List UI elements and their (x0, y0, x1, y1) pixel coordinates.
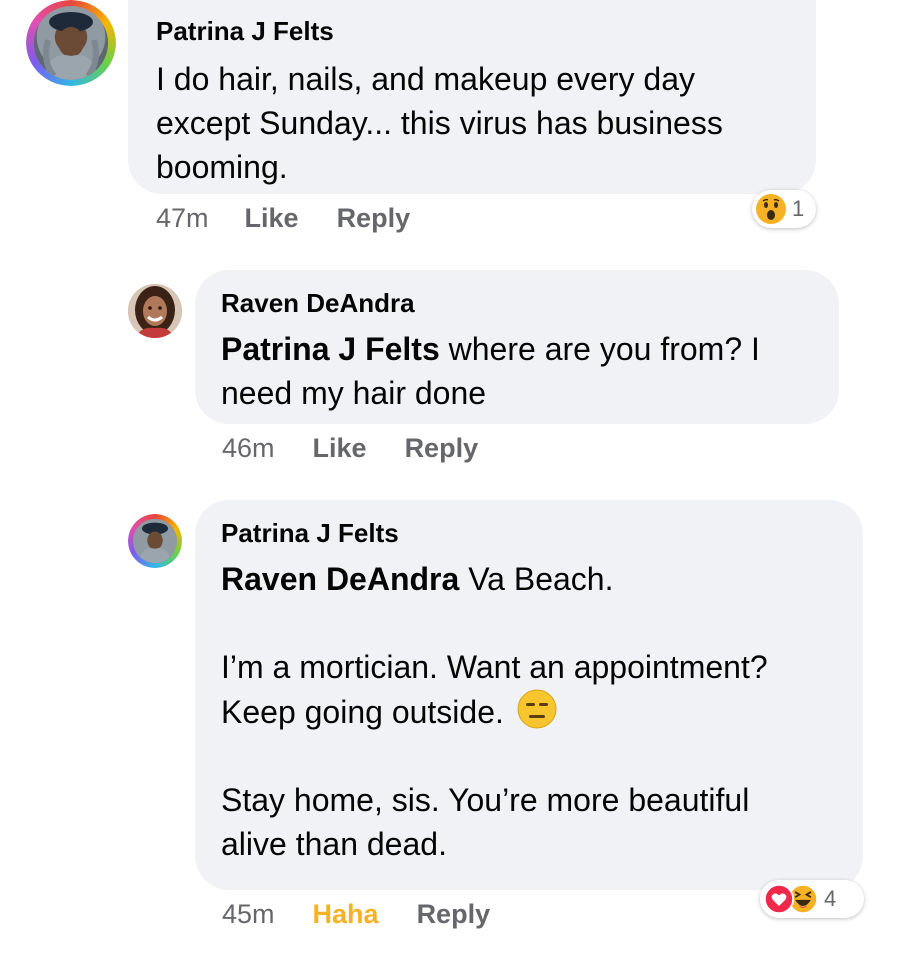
comment-line: where are you from? I (439, 331, 760, 367)
reaction-count: 1 (792, 196, 805, 221)
reply-button[interactable]: Reply (417, 899, 491, 930)
haha-reacted-button[interactable]: Haha (313, 899, 379, 930)
avatar-raven[interactable] (128, 284, 182, 338)
comment-line: except Sunday... this virus has business (156, 105, 723, 141)
comment-author[interactable]: Patrina J Felts (156, 16, 788, 47)
avatar-photo (133, 519, 177, 563)
comment-line: need my hair done (221, 375, 487, 411)
comment-actions: 47m Like Reply (156, 200, 410, 236)
love-icon (764, 884, 794, 914)
comment-text: Stay home, sis. You’re more beautiful al… (221, 778, 837, 866)
reply-button[interactable]: Reply (337, 203, 411, 234)
comment-actions: 45m Haha Reply (222, 896, 490, 932)
comment-text: I’m a mortician. Want an appointment? Ke… (221, 645, 837, 734)
like-button[interactable]: Like (245, 203, 299, 234)
wow-icon (756, 194, 786, 224)
avatar-patrina[interactable] (128, 514, 182, 568)
comment-line: alive than dead. (221, 826, 447, 862)
comment-text: Raven DeAndra Va Beach. (221, 557, 837, 601)
comment-line: booming. (156, 149, 288, 185)
comment-timestamp[interactable]: 46m (222, 433, 275, 464)
reaction-summary[interactable]: 1 (752, 190, 816, 228)
reaction-count: 4 (824, 886, 837, 911)
reaction-summary[interactable]: 4 (760, 880, 864, 918)
comment-bubble: Raven DeAndra Patrina J Felts where are … (195, 270, 839, 424)
person-photo-icon (128, 284, 182, 338)
comment-line: I do hair, nails, and makeup every day (156, 61, 695, 97)
comment-timestamp[interactable]: 45m (222, 899, 275, 930)
comment-line: Stay home, sis. You’re more beautiful (221, 782, 750, 818)
comment-text: I do hair, nails, and makeup every day e… (156, 57, 788, 189)
like-button[interactable]: Like (313, 433, 367, 464)
comment-line: I’m a mortician. Want an appointment? (221, 649, 768, 685)
mention-link[interactable]: Raven DeAndra (221, 561, 459, 597)
comment-bubble: Patrina J Felts I do hair, nails, and ma… (128, 0, 816, 194)
avatar-photo (34, 6, 108, 80)
reply-button[interactable]: Reply (405, 433, 479, 464)
comment-line: Keep going outside. (221, 694, 504, 730)
comment-actions: 46m Like Reply (222, 430, 478, 466)
mention-link[interactable]: Patrina J Felts (221, 331, 440, 367)
comment-timestamp[interactable]: 47m (156, 203, 209, 234)
comment-author[interactable]: Patrina J Felts (221, 518, 837, 549)
comment-bubble: Patrina J Felts Raven DeAndra Va Beach. … (195, 500, 863, 890)
avatar-patrina[interactable] (26, 0, 116, 86)
person-photo-icon (43, 12, 99, 80)
expressionless-face-icon (517, 689, 557, 729)
comment-author[interactable]: Raven DeAndra (221, 288, 813, 319)
person-photo-icon (133, 519, 177, 563)
comment-line: Va Beach. (459, 561, 614, 597)
comment-text: Patrina J Felts where are you from? I ne… (221, 327, 813, 415)
